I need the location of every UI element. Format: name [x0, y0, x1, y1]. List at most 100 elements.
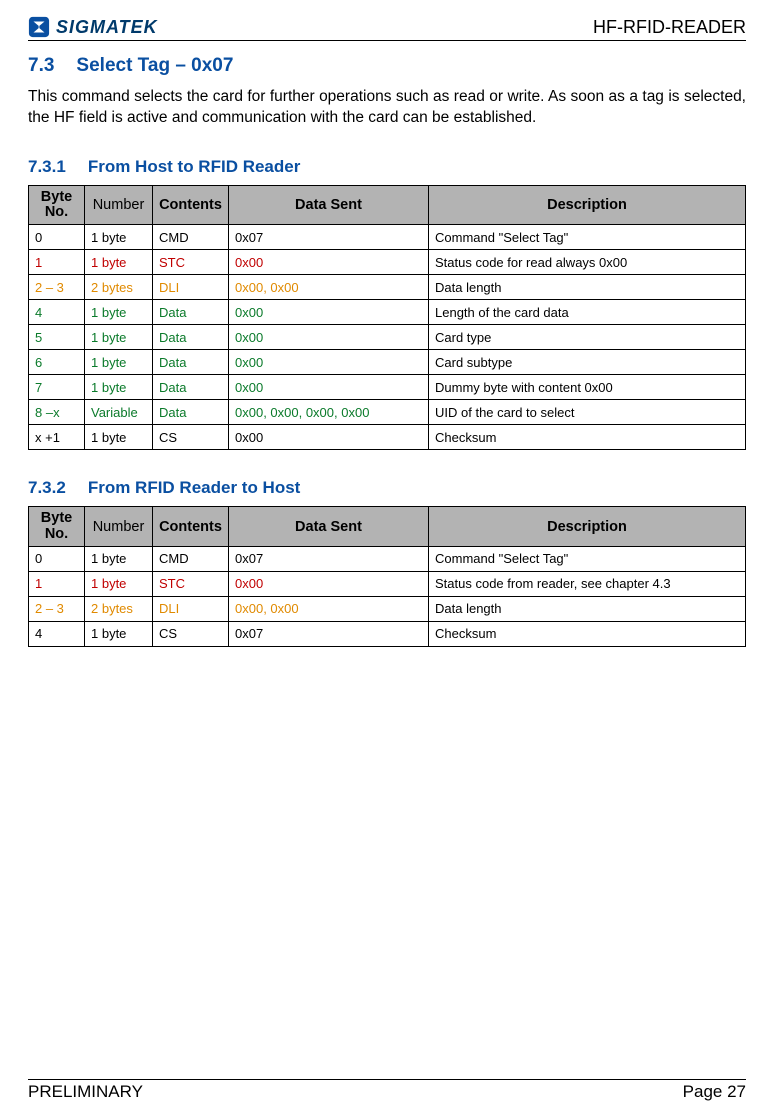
- cell-datasent: 0x07: [229, 225, 429, 250]
- table-row: 11 byteSTC0x00Status code for read alway…: [29, 250, 746, 275]
- cell-byteno: 8 –x: [29, 400, 85, 425]
- th-byteno: Byte No.: [29, 185, 85, 224]
- table-header-row: Byte No. Number Contents Data Sent Descr…: [29, 507, 746, 546]
- cell-byteno: 7: [29, 375, 85, 400]
- cell-description: Dummy byte with content 0x00: [429, 375, 746, 400]
- cell-contents: STC: [153, 250, 229, 275]
- cell-contents: CS: [153, 621, 229, 646]
- cell-description: Card type: [429, 325, 746, 350]
- cell-datasent: 0x00: [229, 571, 429, 596]
- th-datasent: Data Sent: [229, 507, 429, 546]
- cell-description: Checksum: [429, 425, 746, 450]
- cell-byteno: 5: [29, 325, 85, 350]
- cell-byteno: 4: [29, 300, 85, 325]
- cell-datasent: 0x00: [229, 350, 429, 375]
- cell-number: 2 bytes: [85, 275, 153, 300]
- cell-datasent: 0x00: [229, 250, 429, 275]
- cell-description: Status code for read always 0x00: [429, 250, 746, 275]
- table-reader-to-host: Byte No. Number Contents Data Sent Descr…: [28, 506, 746, 646]
- cell-byteno: 1: [29, 250, 85, 275]
- th-byteno: Byte No.: [29, 507, 85, 546]
- cell-datasent: 0x00, 0x00: [229, 275, 429, 300]
- table-row: 8 –xVariableData0x00, 0x00, 0x00, 0x00UI…: [29, 400, 746, 425]
- subsection-2-title: From RFID Reader to Host: [88, 478, 301, 497]
- table-row: 71 byteData0x00Dummy byte with content 0…: [29, 375, 746, 400]
- cell-byteno: 6: [29, 350, 85, 375]
- th-description: Description: [429, 507, 746, 546]
- table-row: 41 byteData0x00Length of the card data: [29, 300, 746, 325]
- cell-contents: STC: [153, 571, 229, 596]
- table-row: 51 byteData0x00Card type: [29, 325, 746, 350]
- cell-datasent: 0x00: [229, 425, 429, 450]
- cell-contents: CMD: [153, 225, 229, 250]
- subsection-2-number: 7.3.2: [28, 478, 66, 497]
- cell-description: Data length: [429, 275, 746, 300]
- cell-byteno: 2 – 3: [29, 596, 85, 621]
- th-number: Number: [85, 507, 153, 546]
- section-heading: 7.3 Select Tag – 0x07: [28, 55, 746, 77]
- sigma-icon: [28, 16, 50, 38]
- subsection-1-number: 7.3.1: [28, 157, 66, 176]
- page-footer: PRELIMINARY Page 27: [28, 1079, 746, 1120]
- cell-byteno: 1: [29, 571, 85, 596]
- cell-number: 2 bytes: [85, 596, 153, 621]
- page-header: SIGMATEK HF-RFID-READER: [28, 16, 746, 41]
- cell-description: UID of the card to select: [429, 400, 746, 425]
- th-description: Description: [429, 185, 746, 224]
- table-row: 01 byteCMD0x07Command "Select Tag": [29, 546, 746, 571]
- cell-contents: CS: [153, 425, 229, 450]
- cell-contents: Data: [153, 350, 229, 375]
- table-row: 2 – 32 bytesDLI0x00, 0x00Data length: [29, 275, 746, 300]
- table-row: 11 byteSTC0x00Status code from reader, s…: [29, 571, 746, 596]
- cell-number: 1 byte: [85, 375, 153, 400]
- cell-datasent: 0x00, 0x00, 0x00, 0x00: [229, 400, 429, 425]
- table-row: 2 – 32 bytesDLI0x00, 0x00Data length: [29, 596, 746, 621]
- table-row: 01 byteCMD0x07Command "Select Tag": [29, 225, 746, 250]
- cell-contents: CMD: [153, 546, 229, 571]
- cell-datasent: 0x07: [229, 546, 429, 571]
- th-contents: Contents: [153, 185, 229, 224]
- th-number: Number: [85, 185, 153, 224]
- cell-number: 1 byte: [85, 571, 153, 596]
- cell-datasent: 0x00: [229, 300, 429, 325]
- cell-contents: DLI: [153, 275, 229, 300]
- cell-number: 1 byte: [85, 300, 153, 325]
- cell-datasent: 0x00: [229, 325, 429, 350]
- cell-number: 1 byte: [85, 546, 153, 571]
- brand-logo: SIGMATEK: [28, 16, 158, 38]
- page: SIGMATEK HF-RFID-READER 7.3 Select Tag – …: [0, 0, 774, 1120]
- table-row: 41 byteCS0x07Checksum: [29, 621, 746, 646]
- section-title: Select Tag – 0x07: [76, 55, 233, 76]
- section-paragraph: This command selects the card for furthe…: [28, 87, 746, 129]
- table-row: 61 byteData0x00Card subtype: [29, 350, 746, 375]
- cell-number: 1 byte: [85, 325, 153, 350]
- cell-contents: Data: [153, 375, 229, 400]
- cell-contents: Data: [153, 300, 229, 325]
- cell-description: Card subtype: [429, 350, 746, 375]
- subsection-1-heading: 7.3.1 From Host to RFID Reader: [28, 157, 746, 177]
- cell-datasent: 0x00: [229, 375, 429, 400]
- cell-description: Data length: [429, 596, 746, 621]
- footer-left: PRELIMINARY: [28, 1082, 143, 1102]
- brand-text: SIGMATEK: [56, 17, 158, 38]
- section-number: 7.3: [28, 55, 54, 76]
- table-host-to-reader: Byte No. Number Contents Data Sent Descr…: [28, 185, 746, 450]
- cell-byteno: 2 – 3: [29, 275, 85, 300]
- subsection-1-title: From Host to RFID Reader: [88, 157, 301, 176]
- cell-contents: Data: [153, 400, 229, 425]
- th-datasent: Data Sent: [229, 185, 429, 224]
- cell-contents: DLI: [153, 596, 229, 621]
- cell-number: 1 byte: [85, 225, 153, 250]
- cell-description: Command "Select Tag": [429, 225, 746, 250]
- cell-number: 1 byte: [85, 350, 153, 375]
- cell-description: Command "Select Tag": [429, 546, 746, 571]
- cell-datasent: 0x00, 0x00: [229, 596, 429, 621]
- cell-number: 1 byte: [85, 425, 153, 450]
- doc-title: HF-RFID-READER: [593, 17, 746, 38]
- cell-description: Length of the card data: [429, 300, 746, 325]
- th-contents: Contents: [153, 507, 229, 546]
- cell-byteno: 0: [29, 546, 85, 571]
- cell-number: 1 byte: [85, 250, 153, 275]
- table-header-row: Byte No. Number Contents Data Sent Descr…: [29, 185, 746, 224]
- footer-right: Page 27: [683, 1082, 746, 1102]
